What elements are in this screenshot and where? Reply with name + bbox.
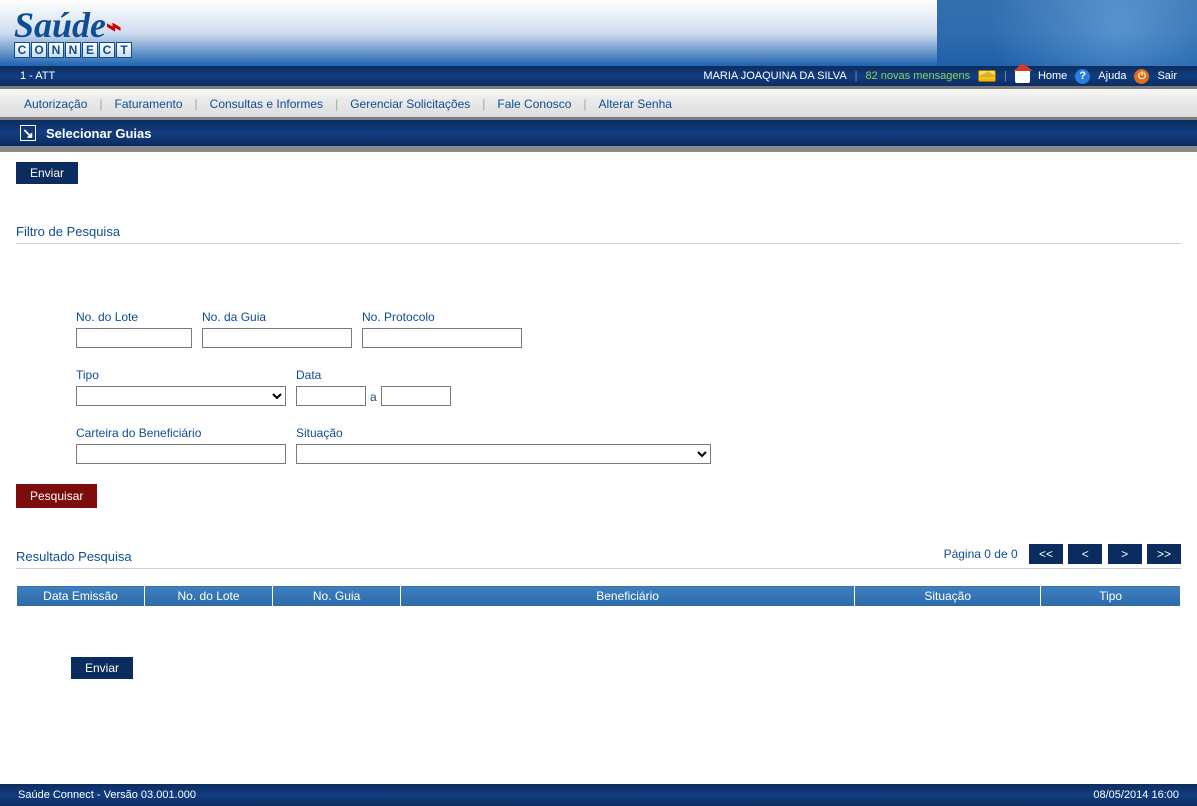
menu-fale-conosco[interactable]: Fale Conosco [485, 97, 583, 111]
col-tipo: Tipo [1041, 586, 1181, 607]
label-guia: No. da Guia [202, 310, 352, 324]
label-data: Data [296, 368, 451, 382]
results-section-title: Resultado Pesquisa [16, 549, 132, 564]
footer-datetime: 08/05/2014 16:00 [1093, 789, 1179, 801]
menubar: Autorização | Faturamento | Consultas e … [0, 89, 1197, 117]
footer: Saúde Connect - Versão 03.001.000 08/05/… [0, 784, 1197, 806]
select-tipo[interactable] [76, 386, 286, 406]
pulse-icon: ⌁ [106, 12, 122, 42]
pager-prev-button[interactable]: < [1068, 544, 1102, 564]
filter-row-2: Tipo Data a [16, 368, 1181, 406]
app-sublogo: CONNECT [14, 42, 132, 58]
input-data-ate[interactable] [381, 386, 451, 406]
help-link[interactable]: Ajuda [1098, 70, 1126, 82]
input-carteira[interactable] [76, 444, 286, 464]
logo-text: Saúde [14, 5, 106, 45]
help-icon[interactable]: ? [1075, 69, 1090, 84]
banner-graphic [937, 0, 1197, 66]
topbar: 1 - ATT MARIA JOAQUINA DA SILVA | 82 nov… [0, 66, 1197, 86]
footer-version: Saúde Connect - Versão 03.001.000 [18, 789, 196, 801]
user-name: MARIA JOAQUINA DA SILVA [703, 70, 846, 82]
content: Enviar Filtro de Pesquisa No. do Lote No… [0, 152, 1197, 699]
divider [16, 243, 1181, 244]
filter-row-1: No. do Lote No. da Guia No. Protocolo [16, 310, 1181, 348]
select-situacao[interactable] [296, 444, 711, 464]
pager-text: Página 0 de 0 [944, 547, 1018, 561]
divider-results [16, 568, 1181, 569]
app-logo: Saúde⌁ [14, 4, 122, 46]
messages-count: 82 novas mensagens [866, 70, 971, 82]
label-tipo: Tipo [76, 368, 286, 382]
menu-faturamento[interactable]: Faturamento [103, 97, 195, 111]
messages-link[interactable]: 82 novas mensagens [866, 70, 971, 82]
menu-autorizacao[interactable]: Autorização [12, 97, 99, 111]
input-lote[interactable] [76, 328, 192, 348]
col-lote: No. do Lote [145, 586, 273, 607]
pesquisar-button[interactable]: Pesquisar [16, 484, 97, 508]
table-header-row: Data Emissão No. do Lote No. Guia Benefi… [17, 586, 1181, 607]
enviar-bottom-button[interactable]: Enviar [71, 657, 133, 679]
input-guia[interactable] [202, 328, 352, 348]
menu-consultas[interactable]: Consultas e Informes [198, 97, 335, 111]
pager-last-button[interactable]: >> [1147, 544, 1181, 564]
mail-icon[interactable] [978, 70, 996, 82]
col-guia: No. Guia [273, 586, 401, 607]
page-title: Selecionar Guias [46, 126, 152, 141]
arrow-down-right-icon: ↘ [20, 125, 36, 141]
label-data-sep: a [366, 390, 381, 406]
input-protocolo[interactable] [362, 328, 522, 348]
input-data-de[interactable] [296, 386, 366, 406]
pager-next-button[interactable]: > [1108, 544, 1142, 564]
label-carteira: Carteira do Beneficiário [76, 426, 286, 440]
filter-row-3: Carteira do Beneficiário Situação [16, 426, 1181, 464]
menu-gerenciar[interactable]: Gerenciar Solicitações [338, 97, 482, 111]
home-icon[interactable] [1015, 70, 1030, 83]
col-data-emissao: Data Emissão [17, 586, 145, 607]
context-label: 1 - ATT [20, 70, 55, 82]
results-header: Resultado Pesquisa Página 0 de 0 << < > … [16, 544, 1181, 564]
exit-icon[interactable]: ⏻ [1134, 69, 1149, 84]
col-situacao: Situação [855, 586, 1041, 607]
filter-section-title: Filtro de Pesquisa [16, 224, 1181, 239]
col-beneficiario: Beneficiário [401, 586, 855, 607]
enviar-top-button[interactable]: Enviar [16, 162, 78, 184]
page-title-bar: ↘ Selecionar Guias [0, 120, 1197, 146]
menubar-wrap: Autorização | Faturamento | Consultas e … [0, 86, 1197, 120]
pager-first-button[interactable]: << [1029, 544, 1063, 564]
banner: Saúde⌁ CONNECT [0, 0, 1197, 66]
home-link[interactable]: Home [1038, 70, 1067, 82]
exit-link[interactable]: Sair [1157, 70, 1177, 82]
label-protocolo: No. Protocolo [362, 310, 522, 324]
label-situacao: Situação [296, 426, 711, 440]
menu-alterar-senha[interactable]: Alterar Senha [587, 97, 684, 111]
label-lote: No. do Lote [76, 310, 192, 324]
results-table: Data Emissão No. do Lote No. Guia Benefi… [16, 585, 1181, 607]
